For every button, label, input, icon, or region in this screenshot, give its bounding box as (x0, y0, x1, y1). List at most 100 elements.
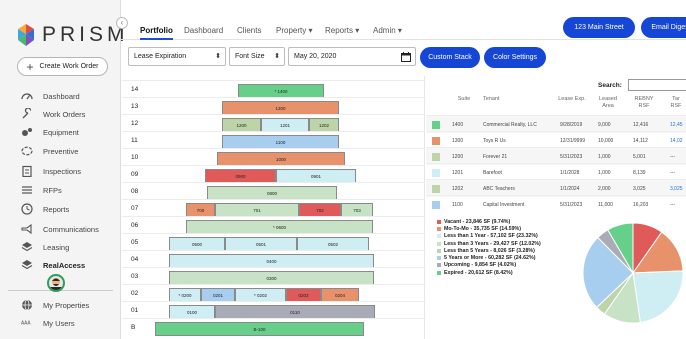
suite-block[interactable]: 0502 (297, 237, 369, 251)
sidebar-item-label: Equipment (43, 127, 79, 137)
suite-block[interactable]: * 1400 (238, 84, 324, 98)
col-header-suite[interactable]: Suite (452, 96, 476, 103)
sidebar-item-inspections[interactable]: Inspections (0, 163, 121, 179)
clock-icon (21, 203, 33, 215)
cell-tar: --- (670, 170, 675, 176)
select-caret-icon: ⬍ (274, 53, 280, 60)
suite-block[interactable]: 0201 (201, 288, 235, 302)
stacking-plan: 14 * 1400 13 1300 12 1200 1201 1202 11 1100 10 1000… (122, 76, 425, 339)
suite-block[interactable]: 0500 (169, 237, 225, 251)
col-header-lease-exp[interactable]: Lease Exp. (558, 96, 586, 103)
lease-expiration-select[interactable]: Lease Expiration ⬍ (128, 47, 226, 66)
logo[interactable]: PRISM (18, 22, 129, 48)
suite-block[interactable]: 1200 (222, 118, 261, 132)
suite-block[interactable]: 0300 (169, 271, 374, 285)
color-settings-button[interactable]: Color Settings (484, 47, 546, 68)
floor-label: 01 (131, 307, 139, 314)
suite-block[interactable]: 701 (215, 203, 299, 217)
legend-item: 5 Years or More - 60,282 SF (24.62%) (437, 254, 597, 261)
suite-block[interactable]: 1201 (261, 118, 309, 132)
suite-block[interactable]: 1000 (217, 152, 345, 166)
cell-area: 10,000 (598, 138, 614, 144)
sidebar-item-equipment[interactable]: Equipment (0, 124, 121, 140)
suite-block[interactable]: 703 (341, 203, 373, 217)
col-header-rebny-rsf[interactable]: REBNY RSF (630, 96, 658, 110)
sidebar-item-label: My Users (43, 318, 75, 328)
sidebar-item-my-properties[interactable]: My Properties (0, 297, 121, 313)
legend-text: Less than 5 Years - 8,026 SF (3.28%) (444, 247, 535, 254)
suite-block[interactable]: 0901 (276, 169, 356, 183)
suite-block[interactable]: 0400 (169, 254, 374, 268)
custom-stack-button[interactable]: Custom Stack (420, 47, 480, 68)
suite-block[interactable]: 0203 (286, 288, 321, 302)
col-header-leased-area[interactable]: Leased Area (596, 96, 620, 110)
top-header: Portfolio Dashboard Clients Property ▾ R… (121, 0, 686, 40)
cell-area: 11,000 (598, 202, 613, 208)
row-color-swatch (432, 169, 440, 177)
suite-block[interactable]: 0204 (321, 288, 359, 302)
sidebar-item-dashboard[interactable]: Dashboard (0, 88, 121, 104)
sidebar-item-communications[interactable]: Communications (0, 221, 121, 237)
plus-icon: + (26, 59, 34, 74)
svg-text:ᴬᴬᴬ: ᴬᴬᴬ (21, 320, 31, 328)
floor-label: 09 (131, 171, 139, 178)
suite-block[interactable]: 0501 (225, 237, 297, 251)
suite-block[interactable]: 1100 (222, 135, 339, 149)
tab-property[interactable]: Property ▾ (276, 26, 312, 35)
col-header-tar-rsf[interactable]: Tar RSF (666, 96, 686, 110)
cell-exp: 1/1/2028 (560, 170, 580, 176)
sidebar-item-label: RFPs (43, 185, 62, 195)
suite-block[interactable]: 0110 (215, 305, 375, 319)
sidebar-item-leasing[interactable]: Leasing (0, 239, 121, 255)
cell-tar: 14,02 (670, 138, 683, 144)
legend-swatch (437, 263, 441, 268)
sidebar-item-work-orders[interactable]: Work Orders (0, 106, 121, 122)
create-work-order-button[interactable]: + Create Work Order (17, 57, 108, 76)
suite-block[interactable]: 0100 (169, 305, 215, 319)
suite-block[interactable]: 702 (299, 203, 341, 217)
sidebar-item-reports[interactable]: Reports (0, 201, 121, 217)
suite-block[interactable]: B-100 (155, 322, 364, 336)
legend-text: Less than 3 Years - 29,427 SF (12.02%) (444, 240, 541, 247)
wrench-icon (21, 108, 33, 120)
sidebar-item-rfps[interactable]: RFPs (0, 182, 121, 198)
suite-block[interactable]: 700 (186, 203, 215, 217)
cell-tar: --- (670, 154, 675, 160)
suite-block[interactable]: 0900 (205, 169, 276, 183)
tab-dashboard[interactable]: Dashboard (184, 26, 223, 35)
legend-text: Vacant - 23,846 SF (9.74%) (444, 218, 511, 225)
cell-tenant: Barefoot (483, 170, 502, 176)
legend-text: Less than 1 Year - 57,102 SF (23.32%) (444, 233, 538, 240)
date-field[interactable]: May 20, 2020 (288, 47, 416, 66)
sidebar-item-label: My Properties (43, 300, 90, 310)
tab-reports[interactable]: Reports ▾ (325, 26, 359, 35)
tab-portfolio[interactable]: Portfolio (140, 26, 173, 40)
cell-area: 1,000 (598, 170, 611, 176)
sidebar-item-my-users[interactable]: ᴬᴬᴬ My Users (0, 315, 121, 331)
tab-clients[interactable]: Clients (237, 26, 261, 35)
suite-block[interactable]: 1202 (309, 118, 339, 132)
legend-item: Upcoming - 9,854 SF (4.02%) (437, 262, 597, 269)
suite-block[interactable]: * 0202 (235, 288, 286, 302)
suite-block[interactable]: * 0200 (169, 288, 201, 302)
sidebar-item-preventive[interactable]: Preventive (0, 143, 121, 159)
suite-block[interactable]: 0800 (207, 186, 337, 200)
col-header-tenant[interactable]: Tenant (483, 96, 513, 103)
cell-tenant: Capital Investment (483, 202, 525, 208)
sidebar-item-realaccess[interactable]: RealAccess (0, 257, 121, 273)
tab-admin[interactable]: Admin ▾ (373, 26, 402, 35)
collapse-sidebar-button[interactable]: ‹ (116, 17, 128, 29)
address-button[interactable]: 123 Main Street (563, 17, 635, 38)
legend-text: Expired - 20,612 SF (8.42%) (444, 269, 513, 276)
font-size-select[interactable]: Font Size ⬍ (229, 47, 285, 66)
table-row[interactable]: 1100 Capital Investment 5/31/2023 11,000 16,… (426, 195, 686, 213)
suite-block[interactable]: 1300 (222, 101, 339, 115)
avatar[interactable] (47, 274, 65, 292)
email-digest-button[interactable]: Email Digest (641, 17, 686, 38)
suite-block[interactable]: * 0600 (186, 220, 373, 234)
cell-rebny: 8,139 (633, 170, 646, 176)
legend-swatch (437, 241, 441, 246)
floor-label: 05 (131, 239, 139, 246)
search-input[interactable] (628, 79, 686, 91)
cell-exp: 5/31/2023 (560, 202, 583, 208)
